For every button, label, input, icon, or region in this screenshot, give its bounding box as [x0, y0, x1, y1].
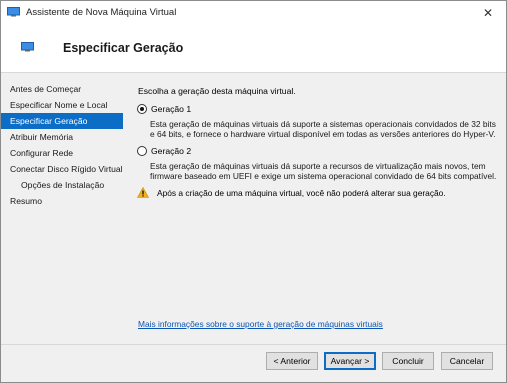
generation-1-option[interactable]: Geração 1 [137, 104, 191, 114]
wizard-window: Assistente de Nova Máquina Virtual ✕ Esp… [0, 0, 507, 383]
title-bar[interactable]: Assistente de Nova Máquina Virtual ✕ [1, 1, 506, 25]
close-icon: ✕ [482, 6, 494, 20]
generation-2-radio[interactable] [137, 146, 147, 156]
more-info-link[interactable]: Mais informações sobre o suporte à geraç… [138, 319, 383, 329]
nav-item-antes-de-comecar[interactable]: Antes de Começar [1, 81, 123, 97]
nav-item-opcoes-instalacao[interactable]: Opções de Instalação [1, 177, 123, 193]
wizard-footer: < Anterior Avançar > Concluir Cancelar [1, 344, 506, 382]
main-content: Escolha a geração desta máquina virtual.… [125, 74, 507, 344]
monitor-icon [21, 42, 34, 52]
previous-button[interactable]: < Anterior [266, 352, 318, 370]
intro-text: Escolha a geração desta máquina virtual. [138, 86, 296, 96]
warning-text: Após a criação de uma máquina virtual, v… [157, 187, 446, 198]
cancel-button[interactable]: Cancelar [441, 352, 493, 370]
nav-item-rede[interactable]: Configurar Rede [1, 145, 123, 161]
warning-message: Após a criação de uma máquina virtual, v… [137, 187, 446, 198]
next-button[interactable]: Avançar > [324, 352, 376, 370]
warning-icon [137, 187, 149, 198]
nav-item-nome-e-local[interactable]: Especificar Nome e Local [1, 97, 123, 113]
wizard-header: Especificar Geração [1, 25, 506, 73]
generation-1-radio[interactable] [137, 104, 147, 114]
page-title: Especificar Geração [63, 41, 184, 55]
nav-item-disco-rigido[interactable]: Conectar Disco Rígido Virtual [1, 161, 123, 177]
close-button[interactable]: ✕ [470, 1, 506, 25]
monitor-icon [7, 7, 20, 17]
window-title: Assistente de Nova Máquina Virtual [26, 7, 177, 18]
nav-item-memoria[interactable]: Atribuir Memória [1, 129, 123, 145]
generation-2-label: Geração 2 [151, 146, 192, 156]
generation-1-description: Esta geração de máquinas virtuais dá sup… [150, 119, 496, 139]
generation-2-option[interactable]: Geração 2 [137, 146, 191, 156]
nav-item-geracao[interactable]: Especificar Geração [1, 113, 123, 129]
nav-item-resumo[interactable]: Resumo [1, 193, 123, 209]
finish-button[interactable]: Concluir [382, 352, 434, 370]
generation-2-description: Esta geração de máquinas virtuais dá sup… [150, 161, 497, 181]
wizard-steps-nav: Antes de Começar Especificar Nome e Loca… [1, 81, 123, 209]
generation-1-label: Geração 1 [151, 104, 192, 114]
